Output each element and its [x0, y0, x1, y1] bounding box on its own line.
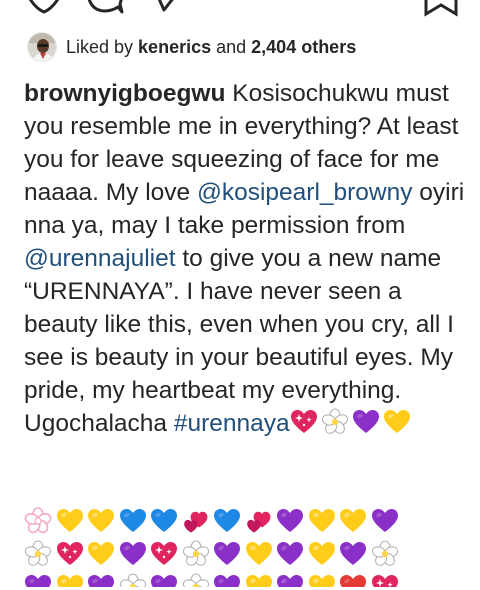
red-heart-emoji-icon [339, 573, 367, 587]
blossom-emoji-icon [182, 573, 210, 587]
yellow-heart-emoji-icon [87, 507, 115, 535]
inline-emoji-group [290, 408, 414, 437]
likes-summary: Liked by kenerics and 2,404 others [27, 31, 356, 63]
yellow-heart-emoji-icon [308, 507, 336, 535]
mention-link[interactable]: @urennajuliet [24, 245, 176, 272]
comment-bubble-icon[interactable] [82, 0, 126, 18]
hashtag-link[interactable]: #urennaya [174, 410, 290, 437]
purple-heart-emoji-icon [352, 408, 380, 436]
blue-heart-emoji-icon [150, 507, 178, 535]
purple-heart-emoji-icon [276, 540, 304, 568]
blossom-emoji-icon [119, 573, 147, 587]
purple-heart-emoji-icon [276, 507, 304, 535]
purple-heart-emoji-icon [150, 573, 178, 587]
purple-heart-emoji-icon [339, 540, 367, 568]
post-action-bar [0, 0, 480, 24]
likes-text: Liked by kenerics and 2,404 others [66, 37, 356, 58]
sparkling-heart-emoji-icon [371, 573, 399, 587]
blossom-emoji-icon [24, 540, 52, 568]
emoji-row [24, 540, 464, 573]
blossom-emoji-icon [24, 507, 52, 535]
sparkling-heart-emoji-icon [56, 540, 84, 568]
liker-username[interactable]: kenerics [138, 37, 211, 57]
yellow-heart-emoji-icon [87, 540, 115, 568]
blue-heart-emoji-icon [119, 507, 147, 535]
yellow-heart-emoji-icon [245, 573, 273, 587]
mention-link[interactable]: @kosipearl_browny [197, 179, 413, 206]
two-hearts-emoji-icon [245, 507, 273, 535]
yellow-heart-emoji-icon [308, 573, 336, 587]
likes-prefix: Liked by [66, 36, 139, 57]
yellow-heart-emoji-icon [56, 507, 84, 535]
purple-heart-emoji-icon [87, 573, 115, 587]
sparkling-heart-emoji-icon [290, 408, 318, 436]
blossom-emoji-icon [182, 540, 210, 568]
purple-heart-emoji-icon [213, 573, 241, 587]
heart-outline-icon[interactable] [22, 0, 66, 16]
caption-username[interactable]: brownyigboegwu [24, 80, 225, 107]
blossom-emoji-icon [371, 540, 399, 568]
purple-heart-emoji-icon [119, 540, 147, 568]
yellow-heart-emoji-icon [308, 540, 336, 568]
likes-count[interactable]: 2,404 others [251, 37, 356, 57]
likes-middle: and [211, 36, 252, 57]
yellow-heart-emoji-icon [339, 507, 367, 535]
emoji-block [24, 474, 464, 587]
yellow-heart-emoji-icon [245, 540, 273, 568]
blossom-emoji-icon [321, 408, 349, 436]
emoji-row [24, 573, 464, 587]
two-hearts-emoji-icon [182, 507, 210, 535]
post-caption: brownyigboegwu Kosisochukwu must you res… [24, 77, 466, 440]
purple-heart-emoji-icon [213, 540, 241, 568]
purple-heart-emoji-icon [276, 573, 304, 587]
paper-plane-icon[interactable] [150, 0, 184, 16]
purple-heart-emoji-icon [371, 507, 399, 535]
yellow-heart-emoji-icon [383, 408, 411, 436]
sparkling-heart-emoji-icon [150, 540, 178, 568]
emoji-row [24, 507, 464, 540]
yellow-heart-emoji-icon [56, 573, 84, 587]
purple-heart-emoji-icon [24, 573, 52, 587]
liker-avatar[interactable] [27, 32, 57, 62]
blue-heart-emoji-icon [213, 507, 241, 535]
bookmark-outline-icon[interactable] [422, 0, 460, 18]
